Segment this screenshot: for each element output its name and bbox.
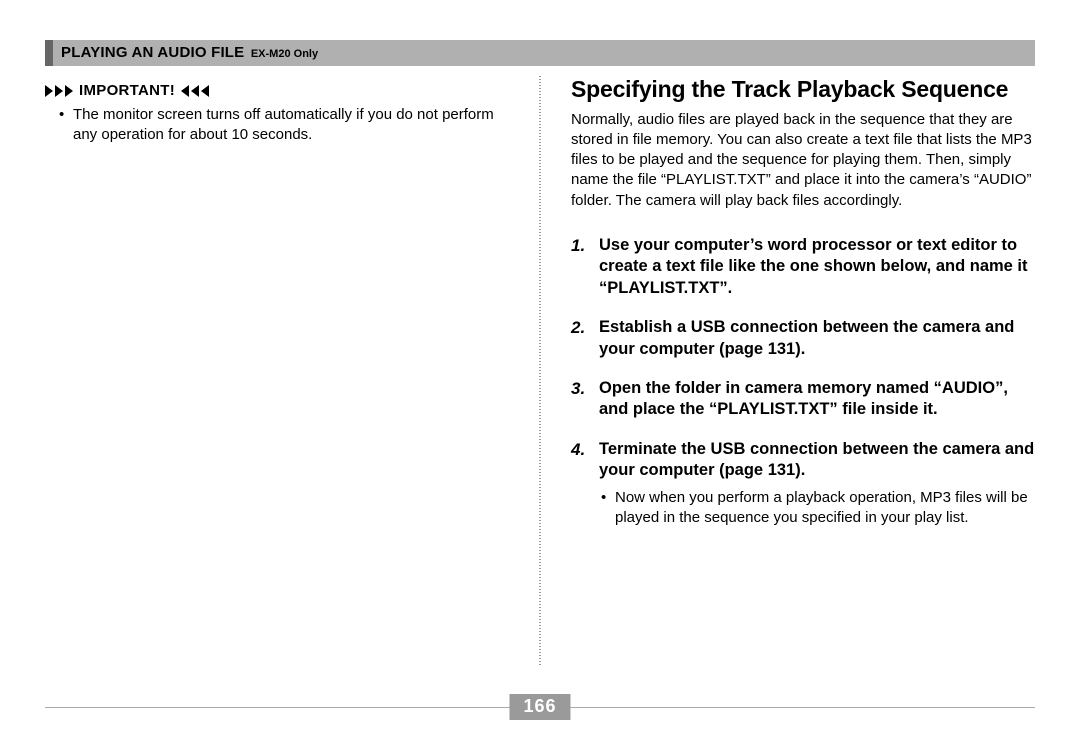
section-header-title: PLAYING AN AUDIO FILE [61, 44, 244, 61]
page-footer: 166 [45, 707, 1035, 708]
step-number: 2. [571, 317, 585, 339]
step-number: 1. [571, 235, 585, 257]
step-text: Open the folder in camera memory named “… [599, 379, 1008, 418]
manual-page: PLAYING AN AUDIO FILE EX-M20 Only IMPORT… [0, 0, 1080, 730]
page-number: 166 [509, 694, 570, 720]
step-number: 4. [571, 439, 585, 461]
left-column: IMPORTANT! The monitor screen turns off … [45, 76, 539, 666]
step-item: 4. Terminate the USB connection between … [571, 439, 1035, 528]
step-text: Use your computer’s word processor or te… [599, 236, 1028, 297]
triangle-right-icon [45, 85, 73, 97]
important-bullet-item: The monitor screen turns off automatical… [73, 105, 509, 146]
step-item: 2. Establish a USB connection between th… [571, 317, 1035, 360]
intro-paragraph: Normally, audio files are played back in… [571, 110, 1035, 211]
step-text: Terminate the USB connection between the… [599, 440, 1034, 479]
step-number: 3. [571, 378, 585, 400]
section-heading: Specifying the Track Playback Sequence [571, 76, 1035, 104]
step-item: 3. Open the folder in camera memory name… [571, 378, 1035, 421]
important-callout-header: IMPORTANT! [45, 82, 509, 99]
right-column: Specifying the Track Playback Sequence N… [541, 76, 1035, 666]
section-header-bar: PLAYING AN AUDIO FILE EX-M20 Only [45, 40, 1035, 66]
section-header-subtitle: EX-M20 Only [251, 48, 318, 60]
step-item: 1. Use your computer’s word processor or… [571, 235, 1035, 299]
important-bullet-list: The monitor screen turns off automatical… [45, 105, 509, 146]
step-sub-bullet-list: Now when you perform a playback operatio… [599, 488, 1035, 529]
important-label: IMPORTANT! [79, 82, 175, 99]
step-sub-bullet-item: Now when you perform a playback operatio… [615, 488, 1035, 529]
steps-list: 1. Use your computer’s word processor or… [571, 235, 1035, 528]
triangle-left-icon [181, 85, 209, 97]
step-text: Establish a USB connection between the c… [599, 318, 1014, 357]
content-columns: IMPORTANT! The monitor screen turns off … [45, 76, 1035, 666]
